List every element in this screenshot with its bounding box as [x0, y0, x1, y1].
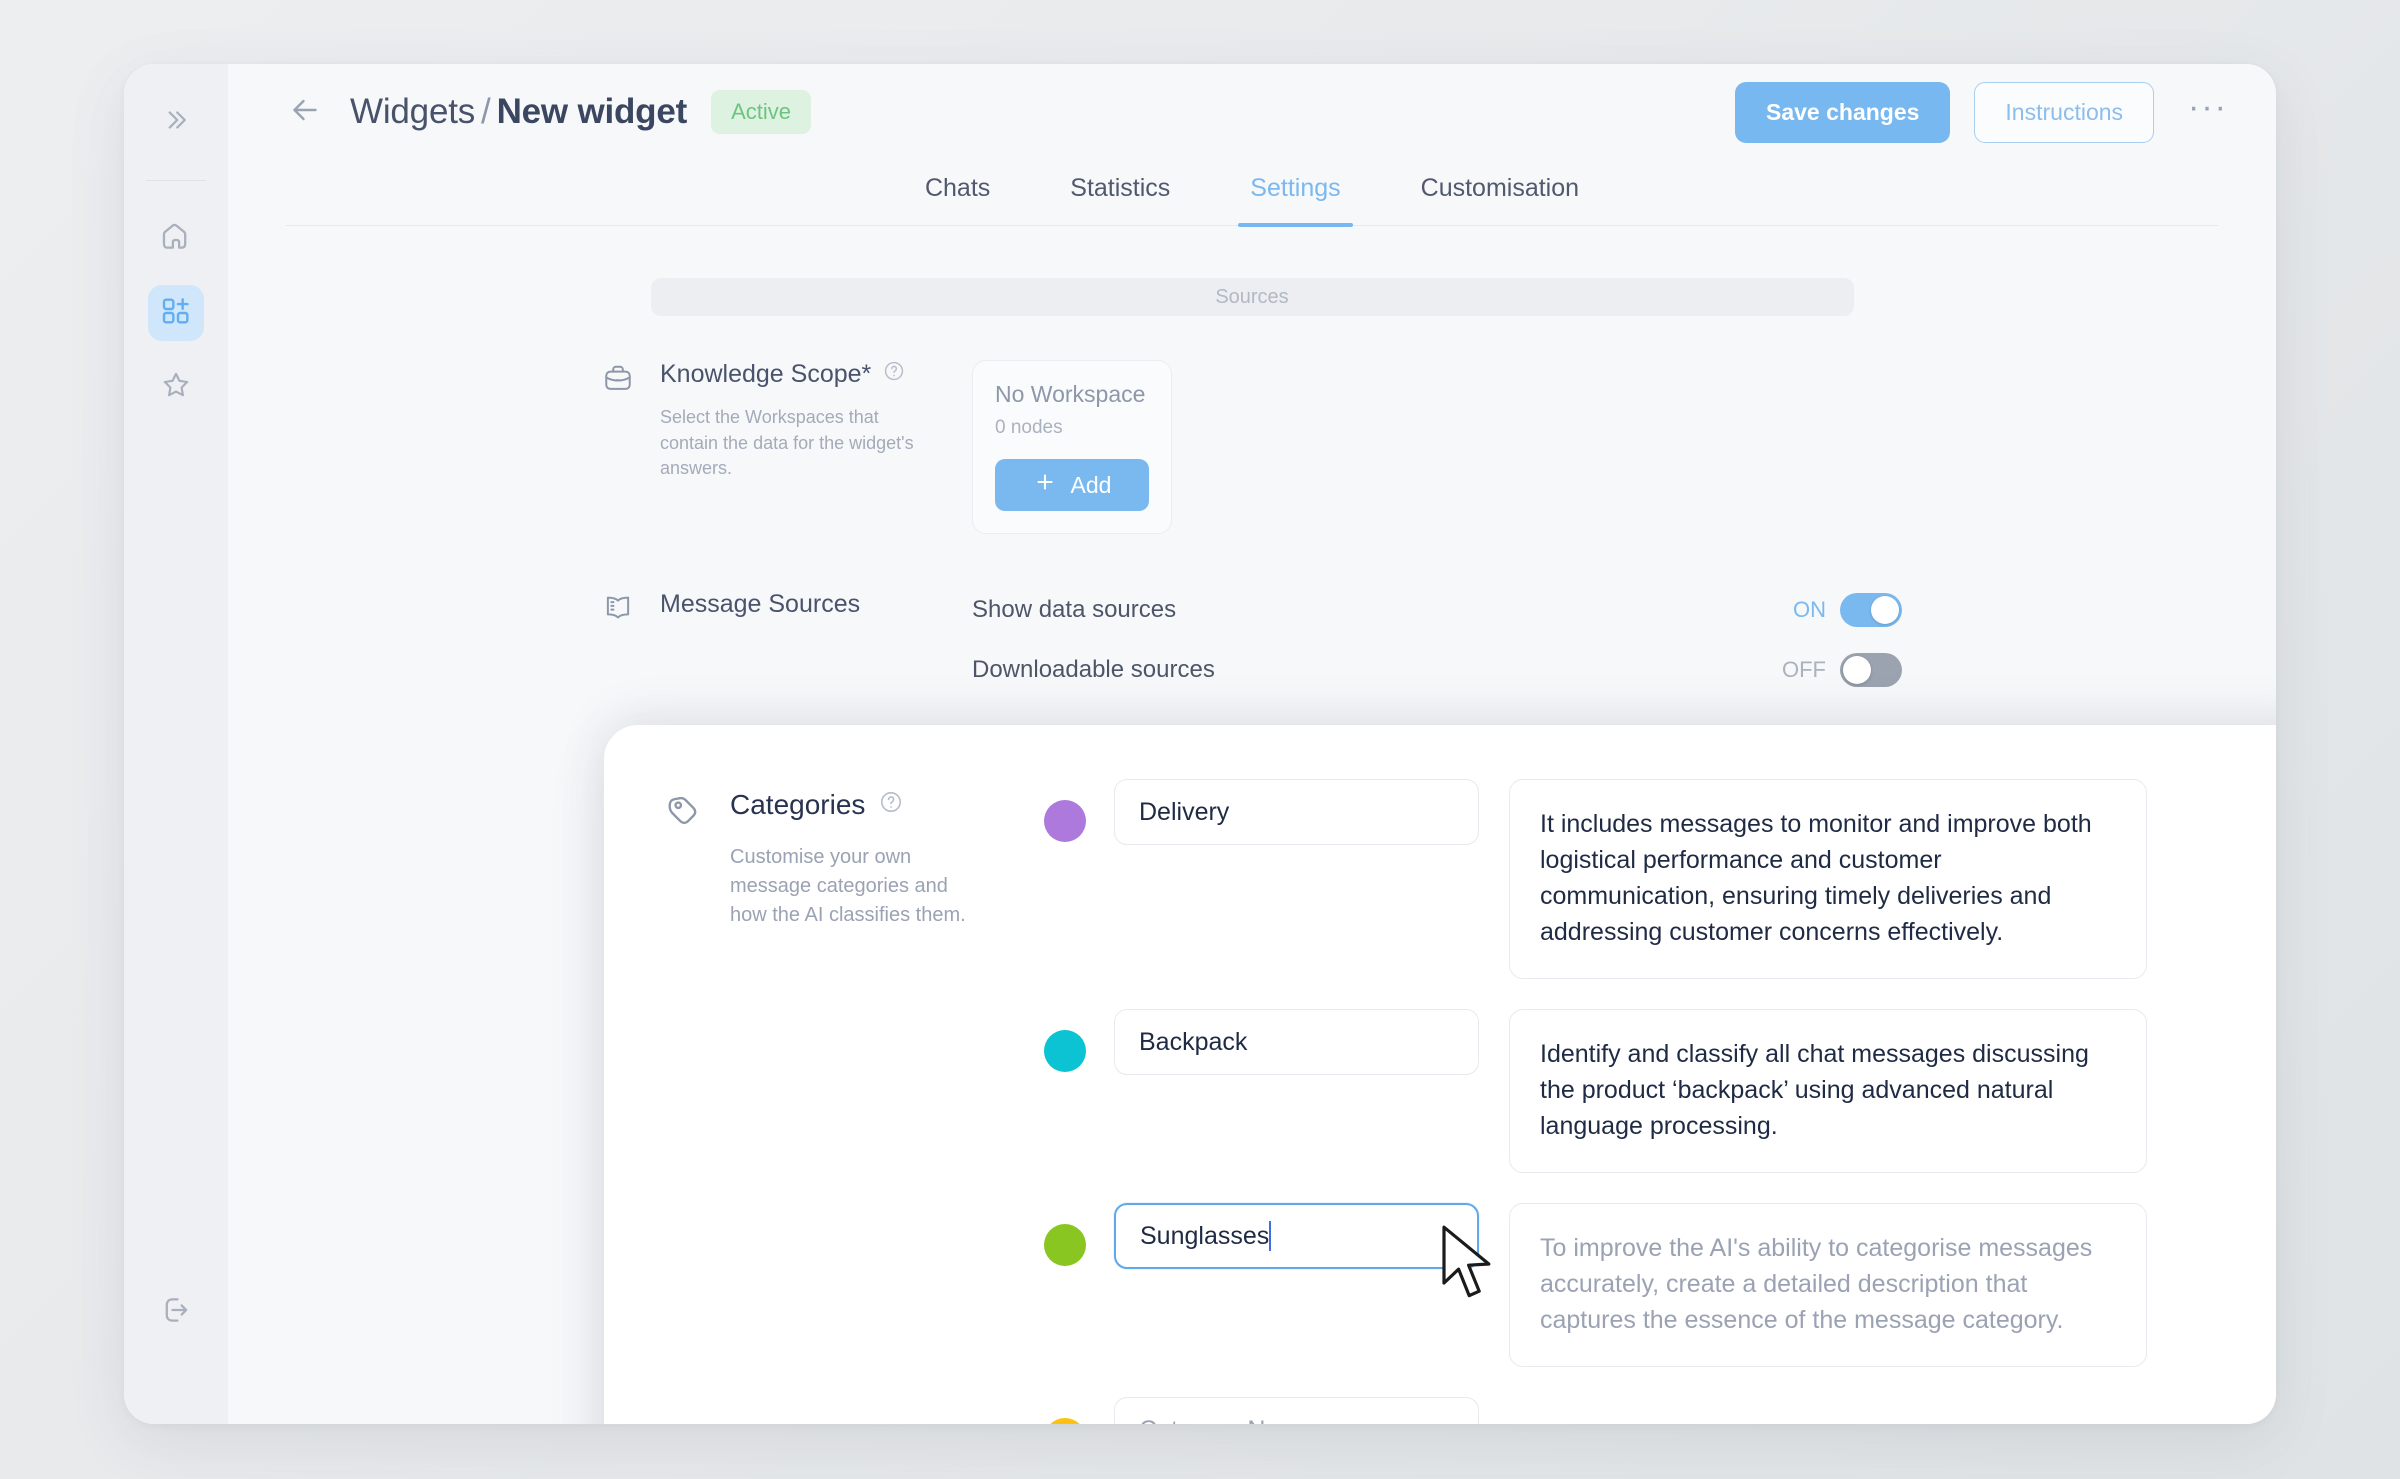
downloadable-sources-label: Downloadable sources	[972, 656, 1215, 683]
categories-title: Categories	[730, 789, 990, 821]
show-data-sources-toggle[interactable]	[1840, 593, 1902, 627]
knowledge-scope-title: Knowledge Scope*	[660, 360, 930, 389]
toggle-knob	[1871, 596, 1899, 624]
categories-title-text: Categories	[730, 789, 866, 820]
sidebar-item-logout[interactable]	[148, 1284, 204, 1340]
category-name-input[interactable]	[1114, 1397, 1479, 1424]
tag-icon	[664, 791, 702, 1424]
more-options-button[interactable]: ···	[2182, 84, 2234, 140]
knowledge-scope-label-group: Knowledge Scope* Select the Workspaces t…	[602, 360, 972, 482]
show-data-sources-row: Show data sources ON	[972, 590, 1902, 630]
tab-settings[interactable]: Settings	[1238, 160, 1353, 227]
app-window: Widgets / New widget Active Save changes I…	[124, 64, 2276, 1424]
category-description-box[interactable]: To improve the AI's ability to categoris…	[1509, 1203, 2147, 1367]
sidebar-item-favourites[interactable]	[148, 359, 204, 415]
message-sources-label-group: Message Sources	[602, 590, 972, 629]
tab-statistics[interactable]: Statistics	[1058, 160, 1182, 225]
message-sources-title-text: Message Sources	[660, 590, 861, 618]
category-description-box[interactable]: Identify and classify all chat messages …	[1509, 1009, 2147, 1173]
plus-icon	[1033, 470, 1057, 500]
category-row: It includes messages to monitor and impr…	[1044, 779, 2272, 979]
star-icon	[160, 369, 192, 406]
settings-rows: Knowledge Scope* Select the Workspaces t…	[602, 360, 1902, 710]
show-data-sources-toggle-group: ON	[1793, 593, 1902, 627]
sidebar-divider	[146, 180, 206, 181]
question-circle-icon[interactable]	[883, 360, 905, 389]
category-row: To improve the AI's ability to categoris…	[1044, 1203, 2272, 1367]
category-name-input[interactable]	[1114, 1203, 1479, 1269]
show-data-sources-state-label: ON	[1793, 597, 1826, 622]
workspace-card-title: No Workspace	[995, 381, 1146, 407]
knowledge-scope-description: Select the Workspaces that contain the d…	[660, 407, 914, 479]
book-open-icon	[602, 592, 634, 629]
tab-customisation[interactable]: Customisation	[1409, 160, 1591, 225]
show-data-sources-label: Show data sources	[972, 596, 1177, 623]
main-panel: Widgets / New widget Active Save changes I…	[228, 64, 2276, 1424]
back-button[interactable]	[286, 93, 324, 131]
logout-icon	[159, 1293, 193, 1332]
downloadable-sources-toggle[interactable]	[1840, 653, 1902, 687]
instructions-button[interactable]: Instructions	[1974, 81, 2155, 143]
breadcrumb: Widgets / New widget	[350, 92, 687, 132]
categories-description: Customise your own message categories an…	[730, 846, 966, 926]
briefcase-icon	[602, 362, 634, 399]
text-caret	[1269, 1221, 1272, 1251]
settings-content: Sources Knowledge Scope* Select the Work…	[228, 226, 2276, 710]
tabs-container: Chats Statistics Settings Customisation	[228, 160, 2276, 227]
category-description-box[interactable]: It includes messages to monitor and impr…	[1509, 779, 2147, 979]
category-color-swatch[interactable]	[1044, 800, 1086, 842]
add-workspace-label: Add	[1070, 471, 1112, 498]
sidebar-item-home[interactable]	[148, 211, 204, 267]
category-color-swatch[interactable]	[1044, 1030, 1086, 1072]
category-color-swatch[interactable]	[1044, 1418, 1086, 1424]
sidebar-item-expand-collapse[interactable]	[148, 94, 204, 150]
message-sources-title: Message Sources	[660, 590, 860, 619]
category-name-field-wrap	[1114, 1203, 1479, 1269]
add-workspace-button[interactable]: Add	[995, 459, 1149, 511]
breadcrumb-parent[interactable]: Widgets	[350, 92, 475, 131]
workspace-card: No Workspace 0 nodes Add	[972, 360, 1172, 534]
message-sources-controls: Show data sources ON Downloadable source…	[972, 590, 1902, 710]
sources-divider-label: Sources	[1215, 285, 1289, 308]
sidebar	[124, 64, 228, 1424]
page-header: Widgets / New widget Active Save changes I…	[228, 64, 2276, 160]
grid-plus-icon	[160, 295, 192, 332]
sources-section-divider: Sources	[650, 278, 1854, 316]
question-circle-icon[interactable]	[879, 789, 903, 821]
downloadable-sources-toggle-group: OFF	[1782, 653, 1902, 687]
knowledge-scope-row: Knowledge Scope* Select the Workspaces t…	[602, 360, 1902, 534]
workspace-card-node-count: 0 nodes	[995, 417, 1063, 438]
home-icon	[159, 220, 193, 259]
message-sources-row: Message Sources Show data sources ON Dow…	[602, 590, 1902, 710]
category-name-field-wrap	[1114, 1009, 1479, 1075]
status-badge: Active	[711, 90, 812, 134]
downloadable-sources-row: Downloadable sources OFF	[972, 650, 1902, 690]
knowledge-scope-title-text: Knowledge Scope*	[660, 360, 872, 388]
downloadable-sources-state-label: OFF	[1782, 657, 1826, 682]
breadcrumb-separator: /	[481, 92, 491, 131]
category-row	[1044, 1397, 2272, 1424]
category-name-field-wrap	[1114, 1397, 1479, 1424]
tabs: Chats Statistics Settings Customisation	[286, 160, 2218, 227]
category-name-input[interactable]	[1114, 779, 1479, 845]
categories-card: Categories Customise your own message ca…	[604, 725, 2276, 1424]
tab-chats[interactable]: Chats	[913, 160, 1002, 225]
breadcrumb-current: New widget	[496, 92, 688, 131]
sidebar-item-widgets[interactable]	[148, 285, 204, 341]
chevron-double-right-icon	[161, 105, 191, 140]
categories-label-group: Categories Customise your own message ca…	[664, 775, 1044, 1424]
category-rows: It includes messages to monitor and impr…	[1044, 775, 2272, 1424]
category-name-field-wrap	[1114, 779, 1479, 845]
arrow-left-icon	[287, 92, 323, 133]
category-color-swatch[interactable]	[1044, 1224, 1086, 1266]
save-changes-button[interactable]: Save changes	[1735, 81, 1951, 143]
category-row: Identify and classify all chat messages …	[1044, 1009, 2272, 1173]
category-name-input[interactable]	[1114, 1009, 1479, 1075]
toggle-knob	[1843, 656, 1871, 684]
